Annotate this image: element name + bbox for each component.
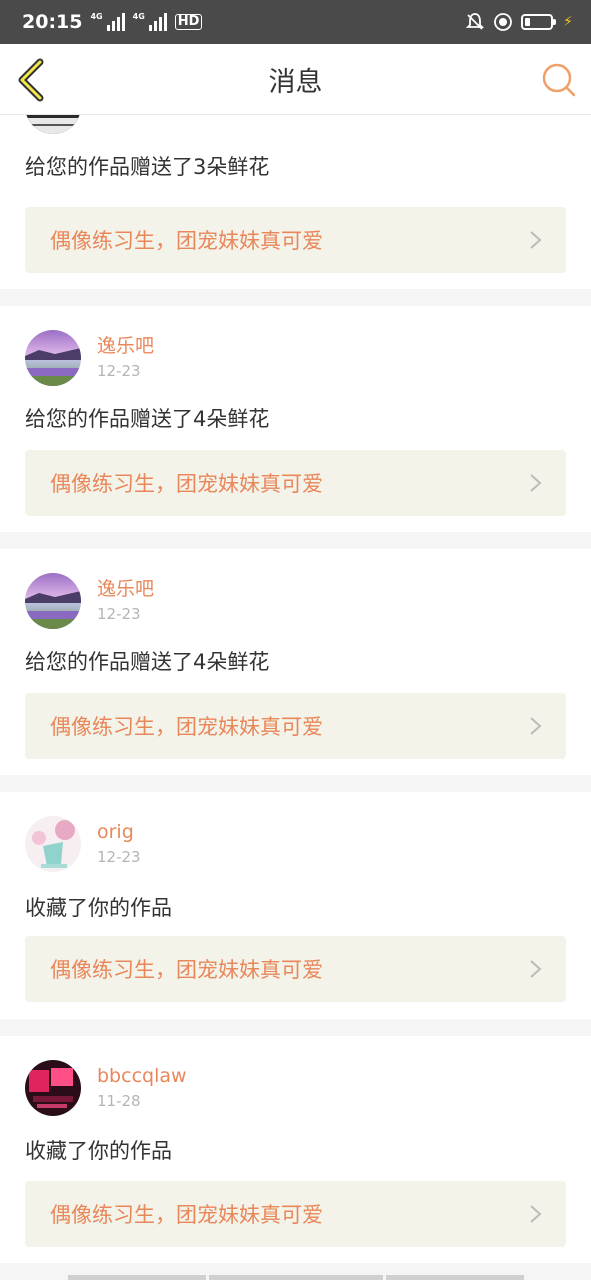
message-item: 12-23 给您的作品赠送了3朵鲜花 偶像练习生，团宠妹妹真可爱 xyxy=(0,115,591,289)
item-separator xyxy=(0,775,591,792)
cellular-signal-icon: 4G xyxy=(90,12,125,31)
message-action-text: 收藏了你的作品 xyxy=(25,896,172,920)
page-title: 消息 xyxy=(268,67,323,98)
bottom-edge-bars xyxy=(68,1275,524,1280)
network-type-label-2: 4G xyxy=(132,12,145,21)
chevron-right-icon xyxy=(530,474,542,492)
navigation-bar: 消息 xyxy=(0,44,591,115)
item-separator xyxy=(0,532,591,549)
work-link[interactable]: 偶像练习生，团宠妹妹真可爱 xyxy=(25,450,566,516)
work-link[interactable]: 偶像练习生，团宠妹妹真可爱 xyxy=(25,936,566,1002)
cellular-signal-icon-2: 4G xyxy=(133,13,167,31)
message-action-text: 给您的作品赠送了4朵鲜花 xyxy=(25,407,270,431)
search-icon[interactable] xyxy=(541,62,577,98)
status-time: 20:15 xyxy=(22,11,83,33)
message-item: orig 12-23 收藏了你的作品 偶像练习生，团宠妹妹真可爱 xyxy=(0,792,591,1019)
chevron-right-icon xyxy=(530,960,542,978)
back-arrow-icon[interactable] xyxy=(14,58,50,102)
work-title: 偶像练习生，团宠妹妹真可爱 xyxy=(50,1203,323,1227)
message-item: 逸乐吧 12-23 给您的作品赠送了4朵鲜花 偶像练习生，团宠妹妹真可爱 xyxy=(0,306,591,532)
chevron-right-icon xyxy=(530,1205,542,1223)
work-link[interactable]: 偶像练习生，团宠妹妹真可爱 xyxy=(25,693,566,759)
charging-icon: ⚡ xyxy=(563,14,573,30)
user-name[interactable]: 逸乐吧 xyxy=(97,334,154,358)
network-type-label: 4G xyxy=(90,12,103,21)
work-title: 偶像练习生，团宠妹妹真可爱 xyxy=(50,229,323,253)
work-title: 偶像练习生，团宠妹妹真可爱 xyxy=(50,472,323,496)
bell-muted-icon xyxy=(465,13,485,30)
message-date: 11-28 xyxy=(97,1092,141,1110)
work-title: 偶像练习生，团宠妹妹真可爱 xyxy=(50,715,323,739)
message-action-text: 给您的作品赠送了4朵鲜花 xyxy=(25,650,270,674)
user-avatar[interactable] xyxy=(25,1060,81,1116)
user-avatar[interactable] xyxy=(25,330,81,386)
user-name[interactable]: orig xyxy=(97,820,141,844)
data-saver-icon xyxy=(494,13,513,31)
message-action-text: 收藏了你的作品 xyxy=(25,1139,172,1163)
user-name[interactable]: bbccqlaw xyxy=(97,1064,187,1088)
message-date: 12-23 xyxy=(97,362,141,380)
user-avatar[interactable] xyxy=(25,115,81,134)
message-action-text: 给您的作品赠送了3朵鲜花 xyxy=(25,155,270,179)
user-avatar[interactable] xyxy=(25,816,81,872)
message-item: 逸乐吧 12-23 给您的作品赠送了4朵鲜花 偶像练习生，团宠妹妹真可爱 xyxy=(0,549,591,775)
hd-voice-badge: HD xyxy=(174,14,203,30)
status-bar: 20:15 4G 4G HD ⚡ xyxy=(0,0,591,44)
chevron-right-icon xyxy=(530,231,542,249)
chevron-right-icon xyxy=(530,717,542,735)
message-date: 12-23 xyxy=(97,848,141,866)
message-date: 12-23 xyxy=(97,115,141,118)
message-date: 12-23 xyxy=(97,605,141,623)
work-link[interactable]: 偶像练习生，团宠妹妹真可爱 xyxy=(25,1181,566,1247)
item-separator xyxy=(0,289,591,306)
work-link[interactable]: 偶像练习生，团宠妹妹真可爱 xyxy=(25,207,566,273)
user-avatar[interactable] xyxy=(25,573,81,629)
message-item: bbccqlaw 11-28 收藏了你的作品 偶像练习生，团宠妹妹真可爱 xyxy=(0,1036,591,1276)
message-list[interactable]: 12-23 给您的作品赠送了3朵鲜花 偶像练习生，团宠妹妹真可爱 xyxy=(0,115,591,1280)
battery-icon xyxy=(521,14,557,30)
user-name[interactable]: 逸乐吧 xyxy=(97,577,154,601)
work-title: 偶像练习生，团宠妹妹真可爱 xyxy=(50,958,323,982)
item-separator xyxy=(0,1019,591,1036)
